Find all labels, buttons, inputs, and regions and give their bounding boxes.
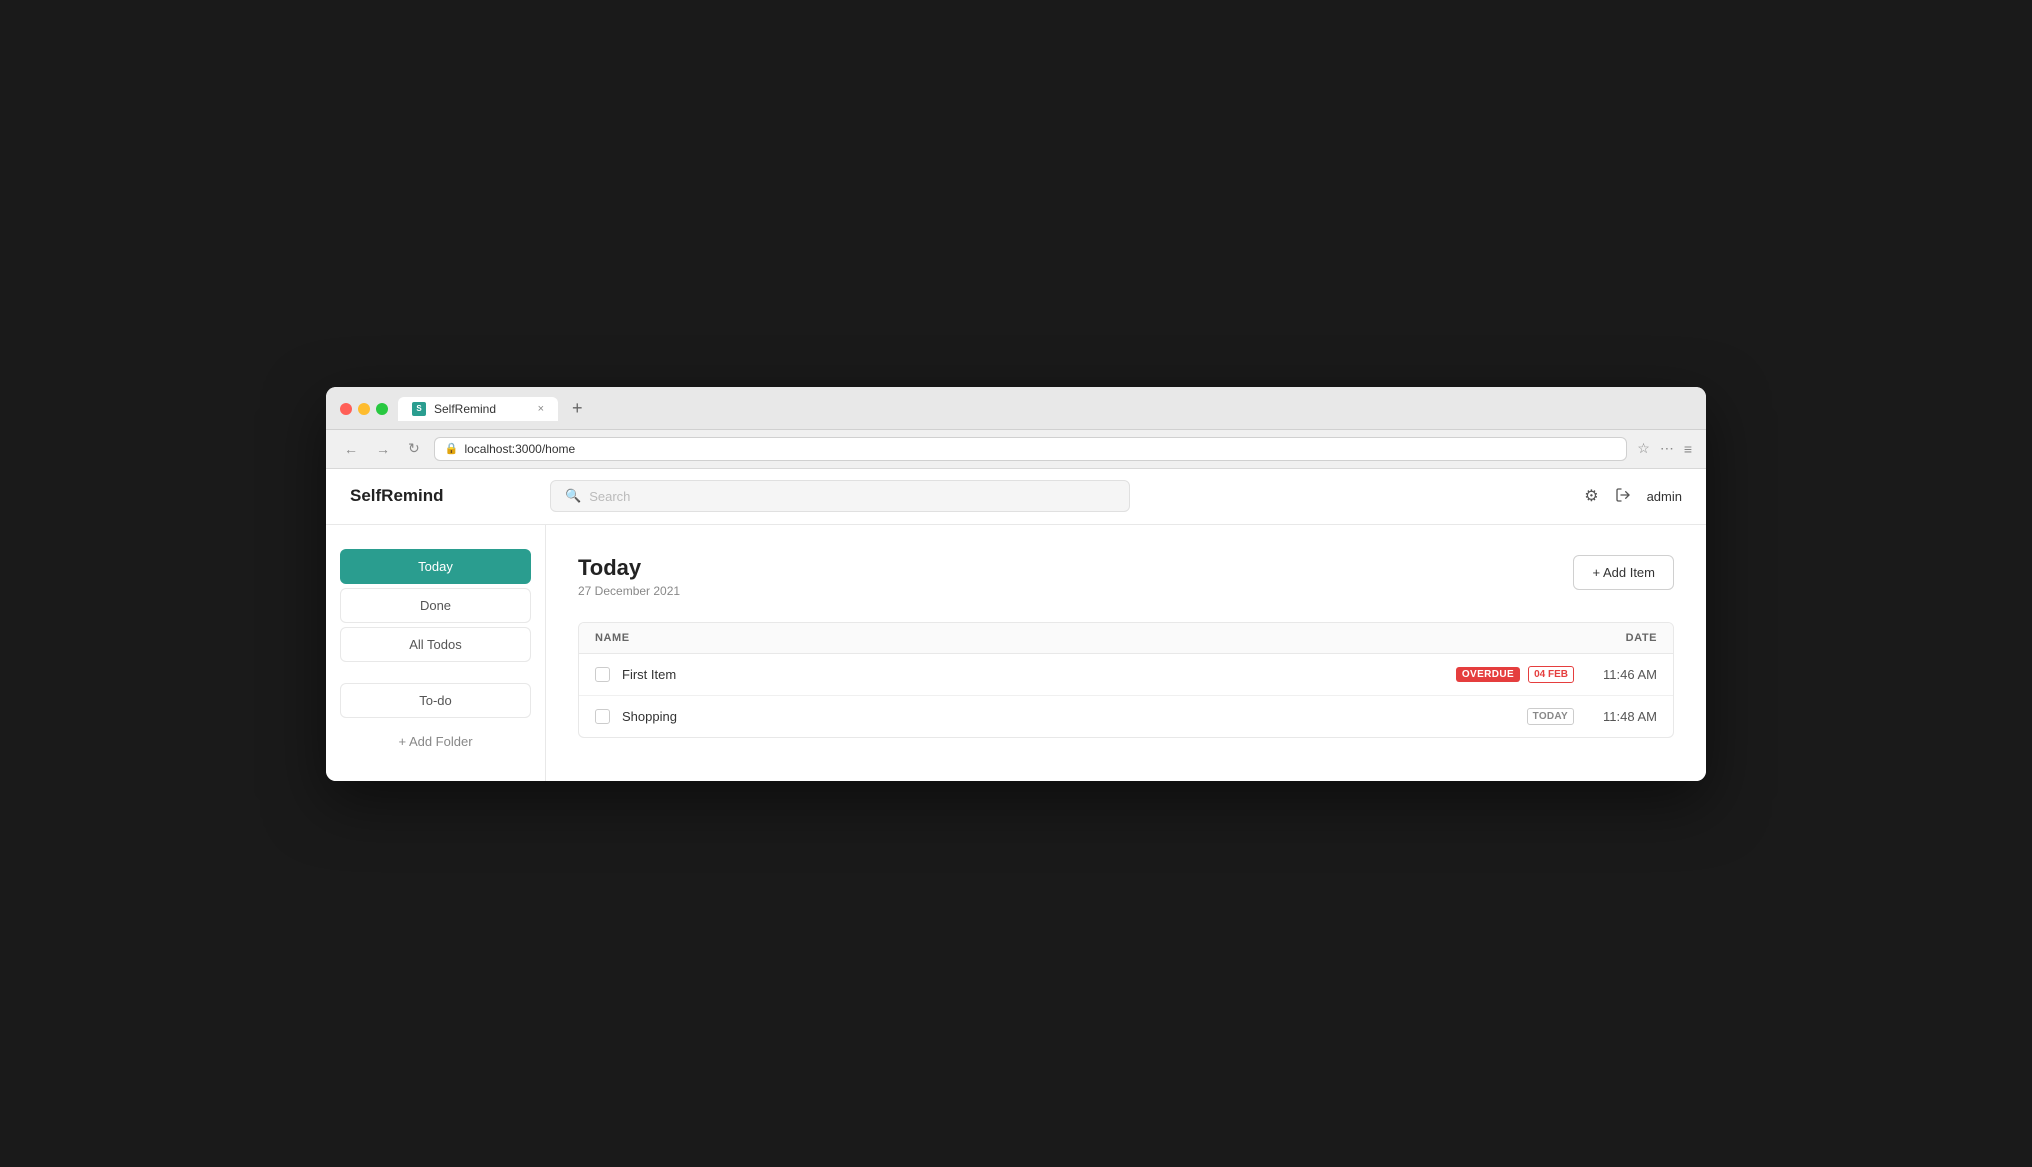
header-actions: ⚙ admin: [1584, 486, 1682, 506]
sidebar-item-done[interactable]: Done: [340, 588, 531, 623]
lock-icon: 🔒: [445, 442, 459, 455]
bookmark-icon[interactable]: ☆: [1637, 440, 1650, 457]
todo-checkbox-2[interactable]: [595, 709, 610, 724]
todo-time-2: 11:48 AM: [1582, 709, 1657, 724]
search-bar[interactable]: 🔍 Search: [550, 480, 1130, 512]
col-name-header: NAME: [595, 632, 630, 644]
sidebar: Today Done All Todos To-do + Add Folder: [326, 525, 546, 781]
refresh-button[interactable]: ↻: [404, 438, 424, 459]
app-header: SelfRemind 🔍 Search ⚙ admin: [326, 469, 1706, 525]
add-folder-label: + Add Folder: [398, 734, 472, 749]
main-header: Today 27 December 2021 + Add Item: [578, 555, 1674, 598]
browser-tab[interactable]: S SelfRemind ×: [398, 397, 558, 421]
back-button[interactable]: ←: [340, 439, 362, 459]
minimize-dot[interactable]: [358, 403, 370, 415]
sidebar-divider: [340, 672, 531, 673]
menu-icon[interactable]: ≡: [1684, 441, 1692, 457]
new-tab-button[interactable]: +: [572, 398, 583, 419]
add-item-button[interactable]: + Add Item: [1573, 555, 1674, 590]
todo-name-1: First Item: [622, 667, 1456, 682]
browser-dots: [340, 403, 388, 415]
main-title-block: Today 27 December 2021: [578, 555, 680, 598]
settings-button[interactable]: ⚙: [1584, 486, 1598, 506]
main-panel: Today 27 December 2021 + Add Item NAME D…: [546, 525, 1706, 781]
todo-time-1: 11:46 AM: [1582, 667, 1657, 682]
add-folder-button[interactable]: + Add Folder: [340, 726, 531, 757]
tab-favicon: S: [412, 402, 426, 416]
maximize-dot[interactable]: [376, 403, 388, 415]
today-badge: TODAY: [1527, 708, 1574, 725]
table-row: Shopping TODAY 11:48 AM: [579, 696, 1673, 737]
todo-table: NAME DATE First Item OVERDUE 04 FEB 11:4…: [578, 622, 1674, 738]
close-dot[interactable]: [340, 403, 352, 415]
browser-window: S SelfRemind × + ← → ↻ 🔒 localhost:3000/…: [326, 387, 1706, 781]
todo-meta-2: TODAY 11:48 AM: [1527, 708, 1657, 725]
date-badge-1: 04 FEB: [1528, 666, 1574, 683]
address-bar[interactable]: 🔒 localhost:3000/home: [434, 437, 1628, 461]
logout-button[interactable]: [1615, 487, 1631, 506]
todo-checkbox-1[interactable]: [595, 667, 610, 682]
sidebar-folder-todo[interactable]: To-do: [340, 683, 531, 718]
forward-button[interactable]: →: [372, 439, 394, 459]
table-row: First Item OVERDUE 04 FEB 11:46 AM: [579, 654, 1673, 696]
browser-toolbar: ← → ↻ 🔒 localhost:3000/home ☆ ⋯ ≡: [326, 430, 1706, 469]
username-label: admin: [1647, 489, 1682, 504]
todo-meta-1: OVERDUE 04 FEB 11:46 AM: [1456, 666, 1657, 683]
app-logo: SelfRemind: [350, 486, 530, 506]
app-body: Today Done All Todos To-do + Add Folder …: [326, 525, 1706, 781]
table-header: NAME DATE: [579, 623, 1673, 654]
app-container: SelfRemind 🔍 Search ⚙ admin: [326, 469, 1706, 781]
search-icon: 🔍: [565, 488, 581, 504]
overdue-badge: OVERDUE: [1456, 667, 1520, 682]
col-date-header: DATE: [1626, 632, 1657, 644]
tab-close-button[interactable]: ×: [538, 403, 544, 415]
extensions-icon[interactable]: ⋯: [1660, 440, 1674, 457]
page-subtitle: 27 December 2021: [578, 584, 680, 598]
tab-title: SelfRemind: [434, 402, 496, 416]
add-item-label: + Add Item: [1592, 565, 1655, 580]
sidebar-item-all-todos[interactable]: All Todos: [340, 627, 531, 662]
sidebar-item-today[interactable]: Today: [340, 549, 531, 584]
todo-name-2: Shopping: [622, 709, 1527, 724]
search-placeholder: Search: [589, 489, 630, 504]
browser-titlebar: S SelfRemind × +: [326, 387, 1706, 430]
page-title: Today: [578, 555, 680, 581]
address-text: localhost:3000/home: [464, 442, 575, 456]
